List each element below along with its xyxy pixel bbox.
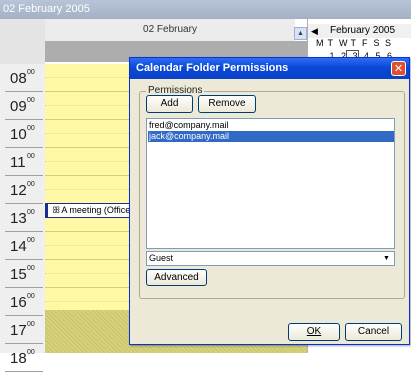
hour-minutes: 00	[27, 153, 35, 160]
user-list-item[interactable]: fred@company.mail	[148, 120, 394, 131]
hour-minutes: 00	[27, 69, 35, 76]
weekday-label: S	[373, 38, 380, 48]
hour-minutes: 00	[27, 237, 35, 244]
hour-minutes: 00	[27, 97, 35, 104]
hour-number: 12	[10, 182, 27, 199]
hour-label: 15 00	[0, 260, 45, 288]
cancel-button[interactable]: Cancel	[345, 323, 402, 341]
calendar-title-bar: 02 February 2005	[0, 0, 411, 19]
role-select[interactable]: Guest ▼	[146, 251, 395, 266]
day-column-header[interactable]: 02 February	[45, 19, 295, 42]
hour-label: 12 00	[0, 176, 45, 204]
appointment-text: A meeting (Office	[61, 205, 131, 215]
hour-label: 11 00	[0, 148, 45, 176]
user-list-item[interactable]: jack@company.mail	[148, 131, 394, 142]
meeting-icon: ꕥ	[52, 205, 61, 215]
weekday-label: W	[339, 38, 348, 48]
close-icon[interactable]: ✕	[391, 61, 406, 76]
hour-label: 17 00	[0, 316, 45, 344]
hour-label: 13 00	[0, 204, 45, 232]
advanced-button[interactable]: Advanced	[146, 269, 207, 286]
hour-number: 17	[10, 322, 27, 339]
mini-calendar-title: February 2005	[330, 25, 396, 36]
hour-label: 08 00	[0, 64, 45, 92]
remove-button[interactable]: Remove	[198, 95, 256, 113]
ok-label: OK	[306, 326, 322, 337]
dropdown-arrow-icon[interactable]: ▼	[380, 253, 393, 264]
weekday-label: F	[362, 38, 368, 48]
hour-label: 18 00	[0, 344, 45, 372]
weekday-label: T	[350, 38, 357, 48]
add-button[interactable]: Add	[146, 95, 193, 113]
hour-label: 10 00	[0, 120, 45, 148]
hour-number: 14	[10, 238, 27, 255]
hour-number: 13	[10, 210, 27, 227]
hour-number: 11	[10, 154, 26, 171]
hour-minutes: 00	[27, 181, 35, 188]
weekday-label: S	[385, 38, 392, 48]
mini-calendar-weekdays: MTWTFSS	[316, 38, 411, 49]
user-list[interactable]: fred@company.mail jack@company.mail	[146, 118, 395, 249]
weekday-label: T	[327, 38, 334, 48]
hour-number: 09	[10, 98, 27, 115]
day-header-label: 02 February	[143, 24, 197, 35]
hour-label: 14 00	[0, 232, 45, 260]
hour-number: 16	[10, 294, 27, 311]
prev-month-icon[interactable]: ◀	[311, 24, 318, 38]
weekday-label: M	[316, 38, 324, 48]
ok-button[interactable]: OK	[288, 323, 340, 341]
hour-minutes: 00	[27, 265, 35, 272]
mini-calendar-header: ◀ February 2005	[308, 24, 411, 38]
hour-number: 15	[10, 266, 27, 283]
scroll-up-button[interactable]: ▲	[294, 27, 307, 40]
permissions-dialog: Calendar Folder Permissions ✕ Permission…	[129, 57, 410, 345]
time-column-header	[0, 19, 45, 65]
hour-minutes: 00	[27, 321, 35, 328]
dialog-title: Calendar Folder Permissions	[136, 62, 289, 74]
calendar-title: 02 February 2005	[3, 3, 90, 15]
time-column: 08 00 09 00 10 00 11 00 12 00 13 00 14 00 15 00 16 00 17 00…	[0, 64, 46, 372]
hour-number: 08	[10, 70, 27, 87]
hour-number: 10	[10, 126, 27, 143]
dialog-title-bar: Calendar Folder Permissions	[130, 58, 409, 79]
hour-label: 09 00	[0, 92, 45, 120]
hour-label: 16 00	[0, 288, 45, 316]
role-value: Guest	[149, 253, 174, 263]
hour-minutes: 00	[27, 125, 35, 132]
hour-minutes: 00	[27, 293, 35, 300]
hour-minutes: 00	[27, 209, 35, 216]
